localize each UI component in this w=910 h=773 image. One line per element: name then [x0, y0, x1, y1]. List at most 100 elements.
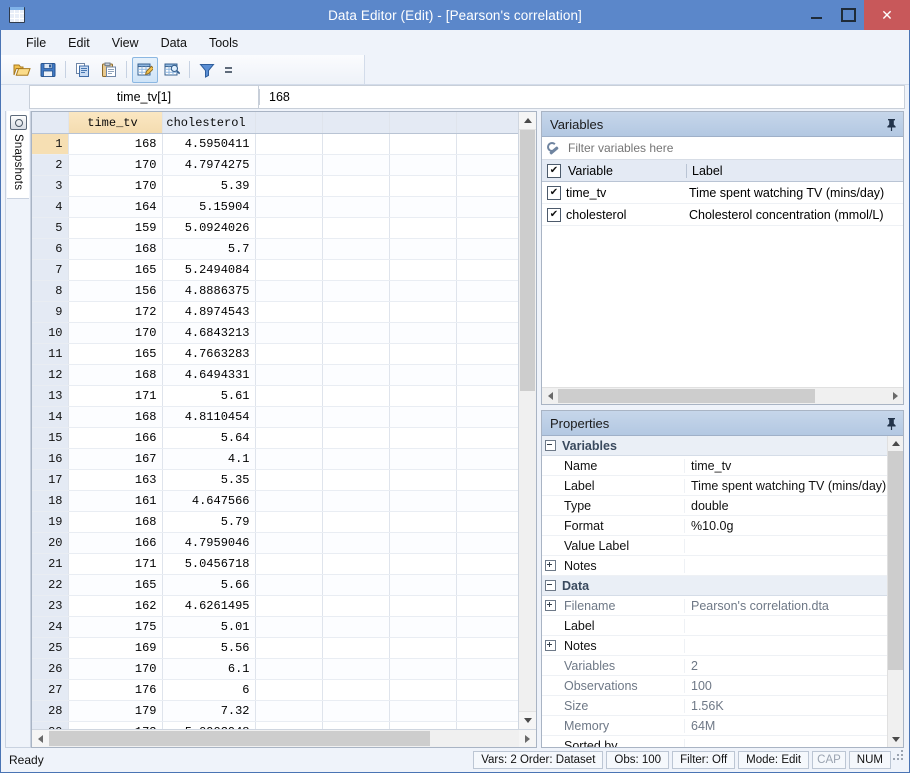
cell-empty[interactable]	[389, 449, 456, 470]
cell-empty[interactable]	[456, 176, 518, 197]
grid-viewport[interactable]: time_tv cholesterol 1 168 4.5950411 2 170 4.7…	[32, 112, 518, 729]
cell-time_tv[interactable]: 173	[68, 722, 162, 730]
cell-cholesterol[interactable]: 5.79	[162, 512, 255, 533]
cell-empty[interactable]	[255, 176, 322, 197]
cell-empty[interactable]	[389, 533, 456, 554]
property-row[interactable]: Typedouble	[542, 496, 887, 516]
cell-empty[interactable]	[389, 323, 456, 344]
cell-cholesterol[interactable]: 5.66	[162, 575, 255, 596]
table-row[interactable]: 271766	[32, 680, 518, 701]
cell-empty[interactable]	[322, 218, 389, 239]
row-number[interactable]: 20	[32, 533, 68, 554]
cell-empty[interactable]	[456, 218, 518, 239]
collapse-icon[interactable]	[542, 440, 558, 451]
column-header-cholesterol[interactable]: cholesterol	[162, 112, 255, 134]
row-number[interactable]: 14	[32, 407, 68, 428]
property-value[interactable]: 2	[685, 659, 887, 673]
cell-empty[interactable]	[389, 239, 456, 260]
cell-time_tv[interactable]: 171	[68, 386, 162, 407]
row-number[interactable]: 1	[32, 134, 68, 155]
cell-cholesterol[interactable]: 4.7974275	[162, 155, 255, 176]
cell-empty[interactable]	[255, 596, 322, 617]
cell-empty[interactable]	[456, 449, 518, 470]
row-number[interactable]: 28	[32, 701, 68, 722]
row-number[interactable]: 18	[32, 491, 68, 512]
expand-icon[interactable]	[542, 600, 558, 611]
cell-empty[interactable]	[456, 722, 518, 730]
property-row[interactable]: Notes	[542, 636, 887, 656]
row-number[interactable]: 21	[32, 554, 68, 575]
data-editor-browse-button[interactable]	[160, 58, 184, 82]
cell-empty[interactable]	[322, 407, 389, 428]
cell-time_tv[interactable]: 156	[68, 281, 162, 302]
cell-cholesterol[interactable]: 5.0924026	[162, 218, 255, 239]
cell-empty[interactable]	[322, 596, 389, 617]
cell-empty[interactable]	[456, 596, 518, 617]
row-number[interactable]: 2	[32, 155, 68, 176]
cell-empty[interactable]	[322, 659, 389, 680]
menu-edit[interactable]: Edit	[57, 33, 101, 53]
cell-empty[interactable]	[322, 491, 389, 512]
cell-time_tv[interactable]: 168	[68, 239, 162, 260]
property-value[interactable]: time_tv	[685, 459, 887, 473]
status-badge[interactable]: CAP	[812, 751, 846, 769]
property-row[interactable]: Notes	[542, 556, 887, 576]
cell-empty[interactable]	[255, 659, 322, 680]
cell-time_tv[interactable]: 170	[68, 323, 162, 344]
cell-empty[interactable]	[255, 617, 322, 638]
resize-grip-icon[interactable]	[891, 758, 903, 762]
row-number[interactable]: 16	[32, 449, 68, 470]
cell-empty[interactable]	[389, 281, 456, 302]
cell-empty[interactable]	[456, 134, 518, 155]
expand-icon[interactable]	[542, 560, 558, 571]
cell-time_tv[interactable]: 168	[68, 512, 162, 533]
cell-time_tv[interactable]: 167	[68, 449, 162, 470]
cell-empty[interactable]	[322, 281, 389, 302]
variables-column-header-variable[interactable]: Variable	[566, 164, 687, 178]
filter-icon[interactable]	[195, 58, 219, 82]
save-button[interactable]	[36, 58, 60, 82]
cell-empty[interactable]	[255, 680, 322, 701]
variables-scroll-thumb[interactable]	[558, 389, 815, 403]
cell-time_tv[interactable]: 168	[68, 407, 162, 428]
cell-empty[interactable]	[322, 197, 389, 218]
scroll-down-icon[interactable]	[519, 711, 536, 729]
cell-empty[interactable]	[255, 155, 322, 176]
cell-cholesterol[interactable]: 5.56	[162, 638, 255, 659]
cell-empty[interactable]	[456, 659, 518, 680]
cell-empty[interactable]	[255, 218, 322, 239]
cell-empty[interactable]	[389, 344, 456, 365]
cell-time_tv[interactable]: 168	[68, 365, 162, 386]
cell-cholesterol[interactable]: 5.01	[162, 617, 255, 638]
cell-time_tv[interactable]: 165	[68, 344, 162, 365]
cell-empty[interactable]	[389, 176, 456, 197]
cell-empty[interactable]	[255, 323, 322, 344]
cell-empty[interactable]	[255, 302, 322, 323]
cell-empty[interactable]	[255, 449, 322, 470]
row-number[interactable]: 26	[32, 659, 68, 680]
properties-scroll-thumb[interactable]	[888, 451, 903, 670]
cell-empty[interactable]	[322, 386, 389, 407]
menu-data[interactable]: Data	[150, 33, 198, 53]
pin-icon[interactable]	[886, 118, 897, 131]
cell-empty[interactable]	[389, 701, 456, 722]
cell-empty[interactable]	[322, 302, 389, 323]
cell-empty[interactable]	[322, 470, 389, 491]
properties-scroll-track[interactable]	[888, 451, 903, 732]
cell-empty[interactable]	[456, 491, 518, 512]
cell-empty[interactable]	[255, 722, 322, 730]
column-header-time_tv[interactable]: time_tv	[68, 112, 162, 134]
status-badge[interactable]: Filter: Off	[672, 751, 735, 769]
cell-empty[interactable]	[255, 134, 322, 155]
cell-cholesterol[interactable]: 4.5950411	[162, 134, 255, 155]
cell-empty[interactable]	[255, 428, 322, 449]
open-button[interactable]	[10, 58, 34, 82]
snapshots-tab[interactable]: Snapshots	[7, 111, 29, 199]
cell-empty[interactable]	[456, 575, 518, 596]
list-item[interactable]: ✔cholesterolCholesterol concentration (m…	[542, 204, 903, 226]
cell-time_tv[interactable]: 170	[68, 659, 162, 680]
cell-empty[interactable]	[255, 638, 322, 659]
cell-empty[interactable]	[389, 155, 456, 176]
cell-empty[interactable]	[322, 722, 389, 730]
scroll-left-icon[interactable]	[32, 730, 49, 747]
